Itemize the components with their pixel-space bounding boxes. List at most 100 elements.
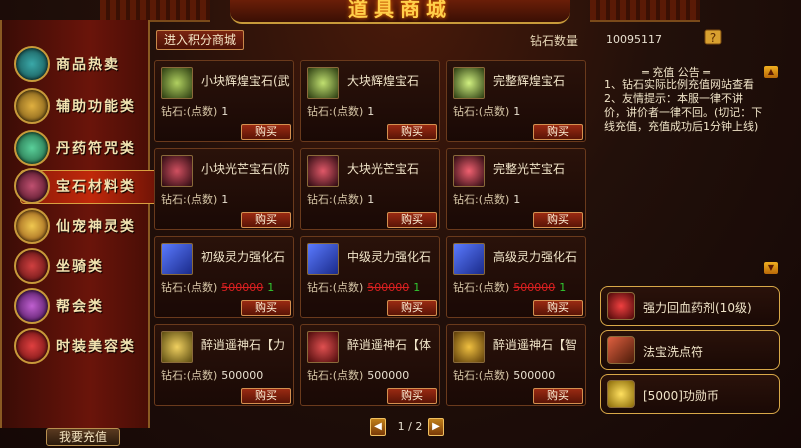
item-name: 大块光芒宝石 <box>347 162 420 176</box>
category-label: 丹药符咒类 <box>56 141 136 157</box>
brilliant-gem-full-icon <box>453 67 485 99</box>
item-name: 高级灵力强化石 <box>493 250 578 264</box>
item-card: 完整辉煌宝石 钻石:(点数) 1 购买 <box>446 60 586 142</box>
category-item[interactable]: 帮会类 <box>10 288 150 324</box>
mount-icon <box>14 248 50 284</box>
shield-stone-icon <box>161 243 193 275</box>
item-name: 小块辉煌宝石(武 <box>201 74 290 88</box>
buy-button[interactable]: 购买 <box>387 388 437 404</box>
buy-button[interactable]: 购买 <box>387 300 437 316</box>
prev-page-button[interactable]: ◀ <box>370 418 386 436</box>
category-item[interactable]: 辅助功能类 <box>10 88 150 124</box>
gem-icon <box>14 168 50 204</box>
item-price: 钻石:(点数) 500000 1 <box>453 281 567 294</box>
brilliant-gem-small-icon <box>161 67 193 99</box>
recharge-button[interactable]: 我要充值 <box>46 428 120 446</box>
buy-button[interactable]: 购买 <box>387 212 437 228</box>
buy-button[interactable]: 购买 <box>241 388 291 404</box>
recharge-notice: ═ 充值 公告 ═ 1、钻石实际比例充值网站查看 2、友情提示：本服一律不讲价，… <box>596 58 782 280</box>
buy-button[interactable]: 购买 <box>387 124 437 140</box>
scroll-book-icon <box>14 88 50 124</box>
coin-icon <box>607 380 635 408</box>
buy-button[interactable]: 购买 <box>241 212 291 228</box>
item-name: 醉逍遥神石【体 <box>347 338 432 352</box>
category-label: 坐骑类 <box>56 259 104 275</box>
item-name: 醉逍遥神石【智 <box>493 338 578 352</box>
shield-stone-icon <box>307 243 339 275</box>
shop-window: 道具商城 商品热卖 辅助功能类 丹药符咒类 宝石材料类 仙宠神灵类 坐骑类 帮会… <box>0 0 801 448</box>
buy-button[interactable]: 购买 <box>533 300 583 316</box>
quick-item[interactable]: [5000]功勋币 <box>600 374 780 414</box>
quick-item[interactable]: 法宝洗点符 <box>600 330 780 370</box>
pagination: ◀ 1 / 2 ▶ <box>370 418 450 436</box>
item-name: 中级灵力强化石 <box>347 250 432 264</box>
fashion-icon <box>14 328 50 364</box>
buy-button[interactable]: 购买 <box>533 124 583 140</box>
item-grid: 小块辉煌宝石(武 钻石:(点数) 1 购买 大块辉煌宝石 钻石:(点数) 1 购买 … <box>150 54 594 414</box>
category-item[interactable]: 时装美容类 <box>10 328 150 364</box>
item-price: 钻石:(点数) 500000 1 <box>161 281 275 294</box>
next-page-button[interactable]: ▶ <box>428 418 444 436</box>
category-item[interactable]: 仙宠神灵类 <box>10 208 150 244</box>
quick-item-label: [5000]功勋币 <box>643 389 719 403</box>
radiant-gem-full-icon <box>453 155 485 187</box>
item-card: 小块辉煌宝石(武 钻石:(点数) 1 购买 <box>154 60 294 142</box>
item-card: 初级灵力强化石 钻石:(点数) 500000 1 购买 <box>154 236 294 318</box>
category-item[interactable]: 商品热卖 <box>10 46 150 82</box>
quick-item-label: 强力回血药剂(10级) <box>643 301 752 315</box>
category-label: 商品热卖 <box>56 57 120 73</box>
diamond-count-value: 10095117 <box>606 33 662 46</box>
scroll-up-icon[interactable]: ▲ <box>764 66 778 78</box>
scroll-help-icon[interactable]: ? <box>702 26 724 48</box>
item-card: 大块辉煌宝石 钻石:(点数) 1 购买 <box>300 60 440 142</box>
shield-stone-icon <box>453 243 485 275</box>
category-item[interactable]: 坐骑类 <box>10 248 150 284</box>
item-price: 钻石:(点数) 500000 <box>161 369 264 382</box>
item-card: 醉逍遥神石【体 钻石:(点数) 500000 购买 <box>300 324 440 406</box>
scroll-down-icon[interactable]: ▼ <box>764 262 778 274</box>
page-indicator: 1 / 2 <box>397 420 423 433</box>
radiant-gem-small-icon <box>161 155 193 187</box>
item-card: 大块光芒宝石 钻石:(点数) 1 购买 <box>300 148 440 230</box>
points-mall-button[interactable]: 进入积分商城 <box>156 30 244 50</box>
buy-button[interactable]: 购买 <box>533 212 583 228</box>
treasure-chest-icon <box>14 46 50 82</box>
item-card: 醉逍遥神石【力 钻石:(点数) 500000 购买 <box>154 324 294 406</box>
item-name: 初级灵力强化石 <box>201 250 286 264</box>
item-price: 钻石:(点数) 1 <box>453 105 521 118</box>
item-name: 醉逍遥神石【力 <box>201 338 286 352</box>
guild-icon <box>14 288 50 324</box>
title-decoration-right <box>590 0 700 22</box>
item-name: 大块辉煌宝石 <box>347 74 420 88</box>
radiant-gem-large-icon <box>307 155 339 187</box>
item-card: 小块光芒宝石(防 钻石:(点数) 1 购买 <box>154 148 294 230</box>
item-price: 钻石:(点数) 1 <box>161 105 229 118</box>
category-item[interactable]: 丹药符咒类 <box>10 130 150 166</box>
item-price: 钻石:(点数) 500000 1 <box>307 281 421 294</box>
category-label: 帮会类 <box>56 299 104 315</box>
notice-line: 2、友情提示：本服一律不讲价，讲价者一律不回。(切记：下线充值，充值成功后1分钟… <box>604 92 763 133</box>
potion-icon <box>607 292 635 320</box>
category-item-active[interactable]: 宝石材料类 <box>10 168 162 204</box>
divine-stone-icon <box>161 331 193 363</box>
quick-item[interactable]: 强力回血药剂(10级) <box>600 286 780 326</box>
category-sidebar: 商品热卖 辅助功能类 丹药符咒类 宝石材料类 仙宠神灵类 坐骑类 帮会类 时装美… <box>0 20 162 428</box>
item-price: 钻石:(点数) 1 <box>453 193 521 206</box>
item-price: 钻石:(点数) 1 <box>307 193 375 206</box>
item-card: 醉逍遥神石【智 钻石:(点数) 500000 购买 <box>446 324 586 406</box>
notice-body: 1、钻石实际比例充值网站查看 2、友情提示：本服一律不讲价，讲价者一律不回。(切… <box>604 78 764 134</box>
item-price: 钻石:(点数) 1 <box>161 193 229 206</box>
buy-button[interactable]: 购买 <box>241 124 291 140</box>
diamond-count-label: 钻石数量 <box>530 34 579 48</box>
category-label: 仙宠神灵类 <box>56 219 136 235</box>
item-name: 小块光芒宝石(防 <box>201 162 290 176</box>
item-card: 中级灵力强化石 钻石:(点数) 500000 1 购买 <box>300 236 440 318</box>
title-decoration-left <box>100 0 210 22</box>
svg-text:?: ? <box>710 31 716 45</box>
buy-button[interactable]: 购买 <box>241 300 291 316</box>
divine-stone-icon <box>307 331 339 363</box>
shop-title: 道具商城 <box>230 0 570 24</box>
category-label: 时装美容类 <box>56 339 136 355</box>
buy-button[interactable]: 购买 <box>533 388 583 404</box>
spirit-pet-icon <box>14 208 50 244</box>
